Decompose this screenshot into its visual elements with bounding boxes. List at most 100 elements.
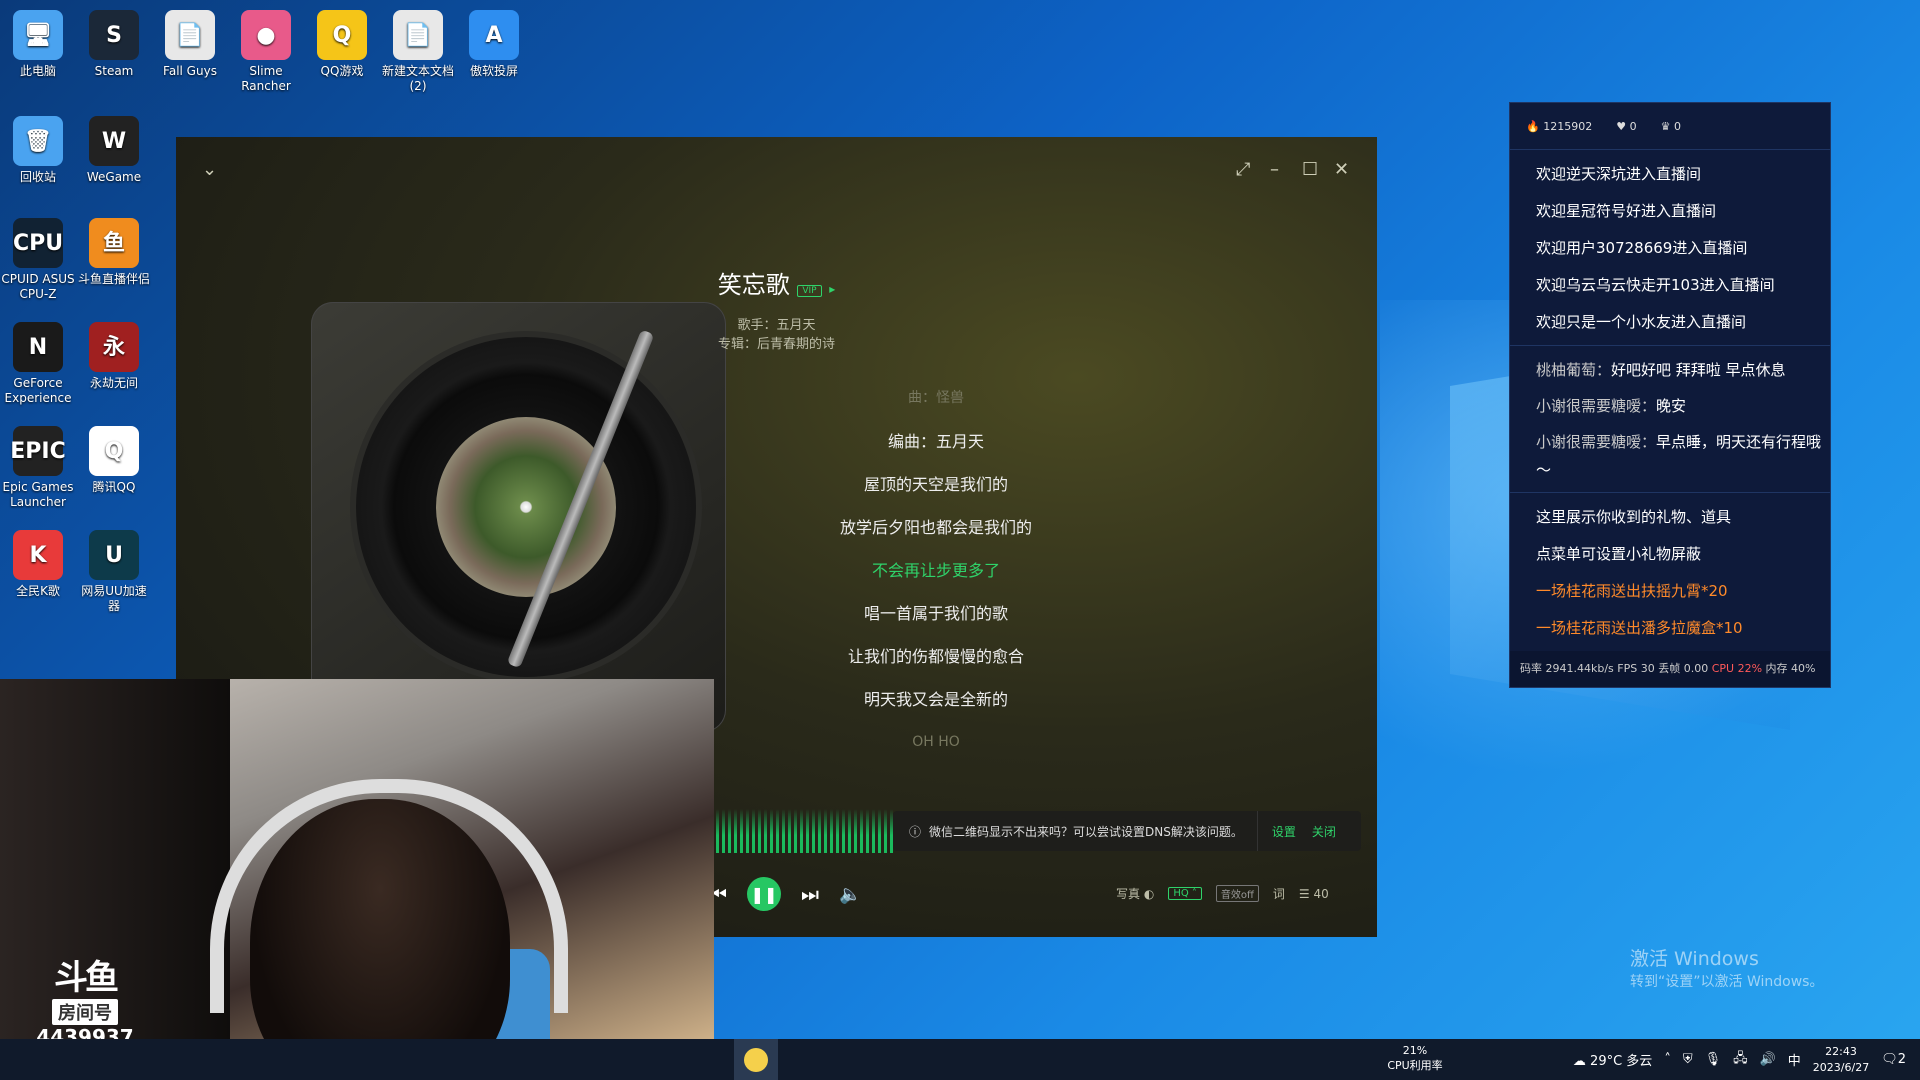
lyric-line: 唱一首属于我们的歌 [863, 604, 1008, 623]
tray-expand-icon[interactable]: ˄ [1664, 1052, 1671, 1067]
desktop-icon[interactable]: Q 腾讯QQ [76, 424, 152, 495]
chat-nickname[interactable]: 小谢很需要糖嗳： [1536, 433, 1656, 451]
taskbar-music-app[interactable] [734, 1039, 778, 1080]
album-cover [436, 417, 616, 597]
lyric-line: 让我们的伤都慢慢的愈合 [847, 647, 1024, 666]
desktop-icon[interactable]: 📄 Fall Guys [152, 8, 228, 79]
desktop-icon-label: Slime Rancher [241, 64, 291, 93]
desktop-icon[interactable]: 鱼斗鱼直播伴侣 [76, 216, 152, 287]
fire-icon: 🔥 [1526, 119, 1540, 133]
desktop-icon[interactable]: N GeForce Experience [0, 320, 76, 406]
fans-value: 0 [1673, 119, 1681, 133]
singer[interactable]: 歌手：五月天 [176, 314, 1377, 333]
song-title-text: 笑忘歌 [717, 271, 790, 299]
chat-nickname[interactable]: 桃柚葡萄： [1536, 361, 1611, 379]
xiezhen-label: 写真 [1116, 887, 1141, 901]
info-icon: ⓘ [909, 824, 922, 839]
desktop-icon[interactable]: Q QQ游戏 [304, 8, 380, 79]
desktop-icon[interactable]: EPIC Epic Games Launcher [0, 424, 76, 510]
volume-icon[interactable]: 🔈 [839, 884, 861, 905]
network-icon[interactable]: 🖧 [1733, 1049, 1748, 1071]
activation-sub: 转到“设置”以激活 Windows。 [1630, 974, 1824, 990]
desktop-icon[interactable]: 🗑 回收站 [0, 114, 76, 185]
bitrate: 码率 2941.44kb/s [1520, 662, 1614, 675]
notice-settings-button[interactable]: 设置 [1272, 823, 1296, 840]
cpu-widget[interactable]: 21% CPU利用率 [1380, 1043, 1450, 1073]
time: 22:43 [1825, 1044, 1857, 1058]
chat-nickname[interactable]: 小谢很需要糖嗳： [1536, 397, 1656, 415]
desktop-icon-image: U [89, 530, 139, 580]
taskbar: 21% CPU利用率 ☁ 29°C 多云 ˄ ⛨ 🎙 🖧 🔊 中 22:43 2… [0, 1039, 1920, 1080]
notice-close-button[interactable]: 关闭 [1312, 823, 1336, 840]
close-icon[interactable]: ✕ [1334, 159, 1349, 180]
weather-widget[interactable]: ☁ 29°C 多云 [1573, 1050, 1652, 1069]
popularity-value: 1215902 [1543, 119, 1593, 133]
likes-stat: ♥ 0 [1616, 120, 1636, 133]
desktop-icon[interactable]: CPU CPUID ASUS CPU-Z [0, 216, 76, 302]
desktop-icon-label: Epic Games Launcher [2, 480, 74, 509]
lyrics-panel: 曲：怪兽 编曲：五月天 屋顶的天空是我们的 放学后夕阳也都会是我们的 不会再让步更多了唱… [686, 377, 1186, 764]
message-list[interactable]: 桃柚葡萄：好吧好吧 拜拜啦 早点休息 小谢很需要糖嗳：晚安 小谢很需要糖嗳：早点睡，… [1510, 346, 1830, 493]
clock[interactable]: 22:43 2023/6/27 [1813, 1044, 1869, 1076]
desktop-icon[interactable]: 🖥 此电脑 [0, 8, 76, 79]
player-extra-controls: 写真 ◐ HQ ˄ 音效off 词 ☰ 40 [1116, 885, 1329, 902]
desktop-icon[interactable]: ● Slime Rancher [228, 8, 304, 94]
pause-button[interactable]: ❚❚ [747, 877, 781, 911]
chat-message: 桃柚葡萄：好吧好吧 拜拜啦 早点休息 [1536, 352, 1830, 388]
welcome-list[interactable]: 欢迎逆天深坑进入直播间 欢迎星冠符号好进入直播间 欢迎用户30728669进入直播间… [1510, 150, 1830, 346]
dns-notice: ⓘ 微信二维码显示不出来吗？可以尝试设置DNS解决该问题。 设置 关闭 [893, 811, 1361, 851]
lyric-line: 放学后夕阳也都会是我们的 [839, 518, 1032, 537]
room-info: 斗鱼 房间号 4439937 [30, 950, 140, 1049]
quality-button[interactable]: HQ ˄ [1168, 887, 1202, 900]
desktop-icon[interactable]: A 傲软投屏 [456, 8, 532, 79]
desktop-icon-label: 斗鱼直播伴侣 [77, 272, 150, 286]
welcome-message: 欢迎用户30728669进入直播间 [1536, 239, 1748, 257]
collapse-chevron-icon[interactable]: ⌄ [202, 159, 217, 180]
desktop-icon-image: 🖥 [13, 10, 63, 60]
desktop-icon[interactable]: 永永劫无间 [76, 320, 152, 391]
desktop-icon[interactable]: U 网易UU加速器 [76, 528, 152, 614]
album[interactable]: 专辑：后青春期的诗 [176, 333, 1377, 352]
desktop-icon-image: 🗑 [13, 116, 63, 166]
notice-divider [1256, 811, 1258, 851]
maximize-icon[interactable]: ☐ [1302, 159, 1318, 180]
ime-indicator[interactable]: 中 [1788, 1050, 1801, 1069]
desktop-icon-image: S [89, 10, 139, 60]
pause-icon: ❚❚ [750, 884, 778, 904]
desktop-icon-label: 回收站 [19, 170, 56, 184]
desktop-icon-image: W [89, 116, 139, 166]
cloud-icon: ☁ [1572, 1054, 1586, 1069]
notification-count: 2 [1897, 1052, 1906, 1067]
crown-icon: ♛ [1660, 119, 1671, 133]
notification-button[interactable]: 🗨2 [1881, 1052, 1906, 1067]
speaker-icon[interactable]: 🔊 [1760, 1052, 1776, 1067]
stream-status-bar: 码率 2941.44kb/s FPS 30 丢帧 0.00 CPU 22% 内存… [1510, 651, 1830, 687]
live-chat-overlay: 🔥 1215902 ♥ 0 ♛ 0 欢迎逆天深坑进入直播间 欢迎星冠符号好进入直播… [1510, 103, 1830, 687]
next-track-icon[interactable]: ⏭ [801, 882, 819, 906]
lyric-line: 编曲：五月天 [887, 432, 984, 451]
lyric-line: 屋顶的天空是我们的 [863, 475, 1008, 494]
xiezhen-toggle[interactable]: 写真 ◐ [1116, 885, 1154, 902]
shield-icon[interactable]: ⛨ [1683, 1052, 1693, 1067]
desktop-icon-image: 📄 [165, 10, 215, 60]
cpu-percent: 21% [1402, 1044, 1428, 1057]
desktop-icon[interactable]: K 全民K歌 [0, 528, 76, 599]
microphone-icon[interactable]: 🎙 [1705, 1052, 1722, 1067]
lyric-button[interactable]: 词 [1273, 885, 1285, 902]
notice-text: 微信二维码显示不出来吗？可以尝试设置DNS解决该问题。 [929, 824, 1243, 839]
desktop-icon-label: GeForce Experience [4, 376, 72, 405]
chat-text: 晚安 [1656, 397, 1687, 415]
desktop-icon-image: 永 [89, 322, 139, 372]
gift-message: 点菜单可设置小礼物屏蔽 [1536, 545, 1702, 563]
fullscreen-icon[interactable]: ⤢ [1236, 159, 1250, 180]
desktop-icon[interactable]: S Steam [76, 8, 152, 79]
desktop-icon[interactable]: W WeGame [76, 114, 152, 185]
mv-icon[interactable]: ▸ [829, 282, 835, 296]
weather-text: 29°C 多云 [1590, 1054, 1653, 1069]
desktop-icon[interactable]: 📄 新建文本文档 (2) [380, 8, 456, 94]
sound-effect-button[interactable]: 音效off [1215, 885, 1259, 902]
playlist-button[interactable]: ☰ 40 [1299, 887, 1329, 901]
song-title: 笑忘歌 VIP ▸ [176, 265, 1377, 300]
minimize-icon[interactable]: – [1270, 159, 1279, 180]
desktop-icon-image: ● [241, 10, 291, 60]
